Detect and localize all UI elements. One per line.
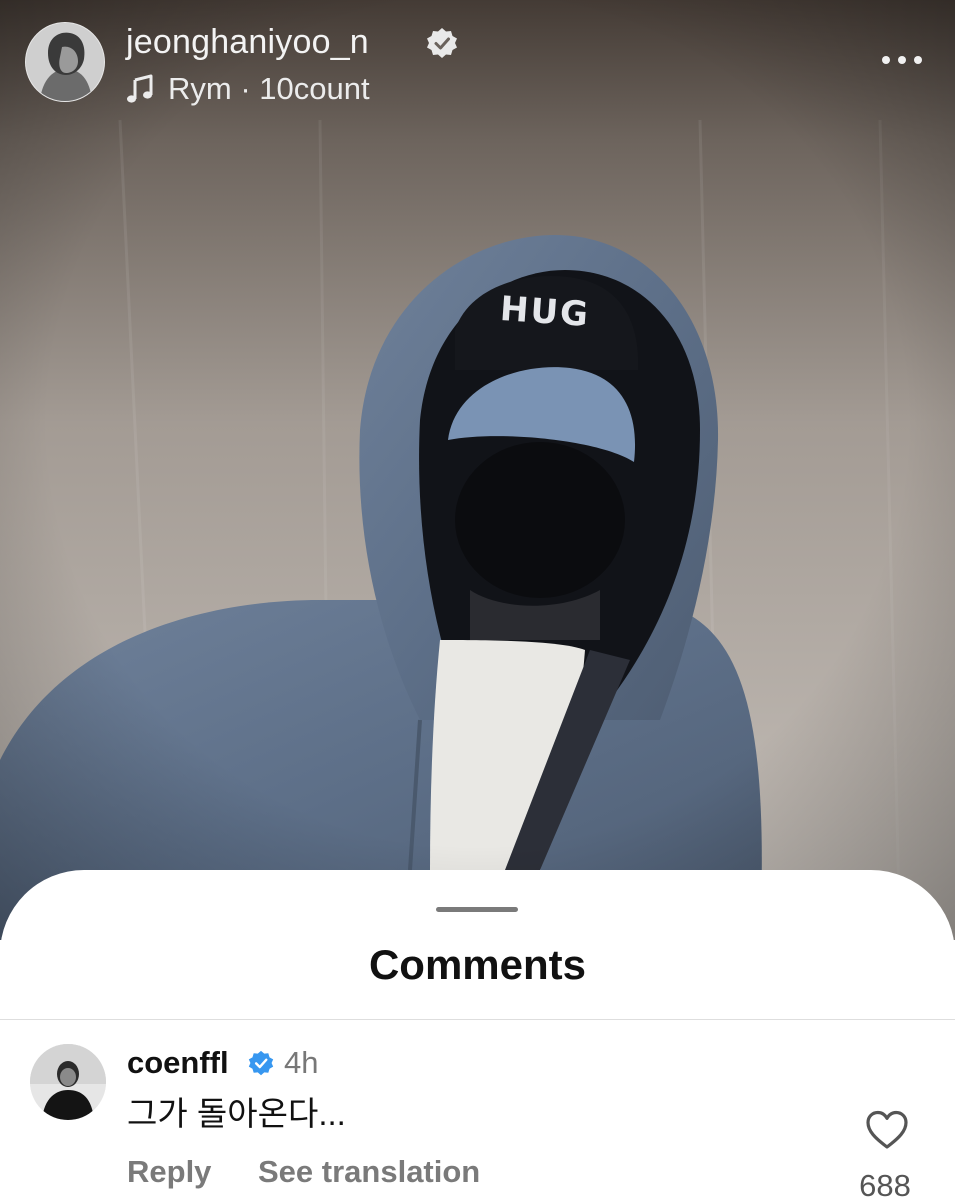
comment-text: 그가 돌아온다... [127,1095,346,1132]
sheet-grabber[interactable] [436,907,518,912]
video-frame[interactable]: HUG [0,0,955,940]
like-count: 688 [859,1168,911,1200]
music-note-icon [127,74,153,103]
verified-badge-icon [427,28,457,58]
profile-avatar-image [26,23,104,101]
audio-track[interactable]: Rym · 10count [126,70,370,108]
see-translation-button[interactable]: See translation [258,1152,480,1192]
video-scene [0,0,955,940]
more-horizontal-icon[interactable] [880,52,924,68]
reel-screen: HUG jeonghaniyoo_n Rym · 10count Comment… [0,0,955,1200]
commenter-avatar[interactable] [30,1044,106,1120]
post-username[interactable]: jeonghaniyoo_n [126,22,369,62]
comment-timestamp: 4h [284,1045,319,1080]
heart-icon[interactable] [865,1110,909,1150]
reply-button[interactable]: Reply [127,1152,211,1192]
comments-sheet: Comments coenffl 4h 그가 돌아온다... Reply See [0,870,955,1200]
comment-username[interactable]: coenffl [127,1044,229,1082]
comment-item: coenffl 4h 그가 돌아온다... Reply See translat… [0,1020,955,1200]
audio-label: Rym · 10count [168,71,370,106]
comments-title: Comments [368,941,587,988]
reel-header: jeonghaniyoo_n Rym · 10count [0,0,955,120]
cap-logo-text: HUG [498,288,592,336]
profile-avatar[interactable] [25,22,105,102]
verified-badge-icon [248,1050,274,1076]
commenter-avatar-image [30,1044,106,1120]
